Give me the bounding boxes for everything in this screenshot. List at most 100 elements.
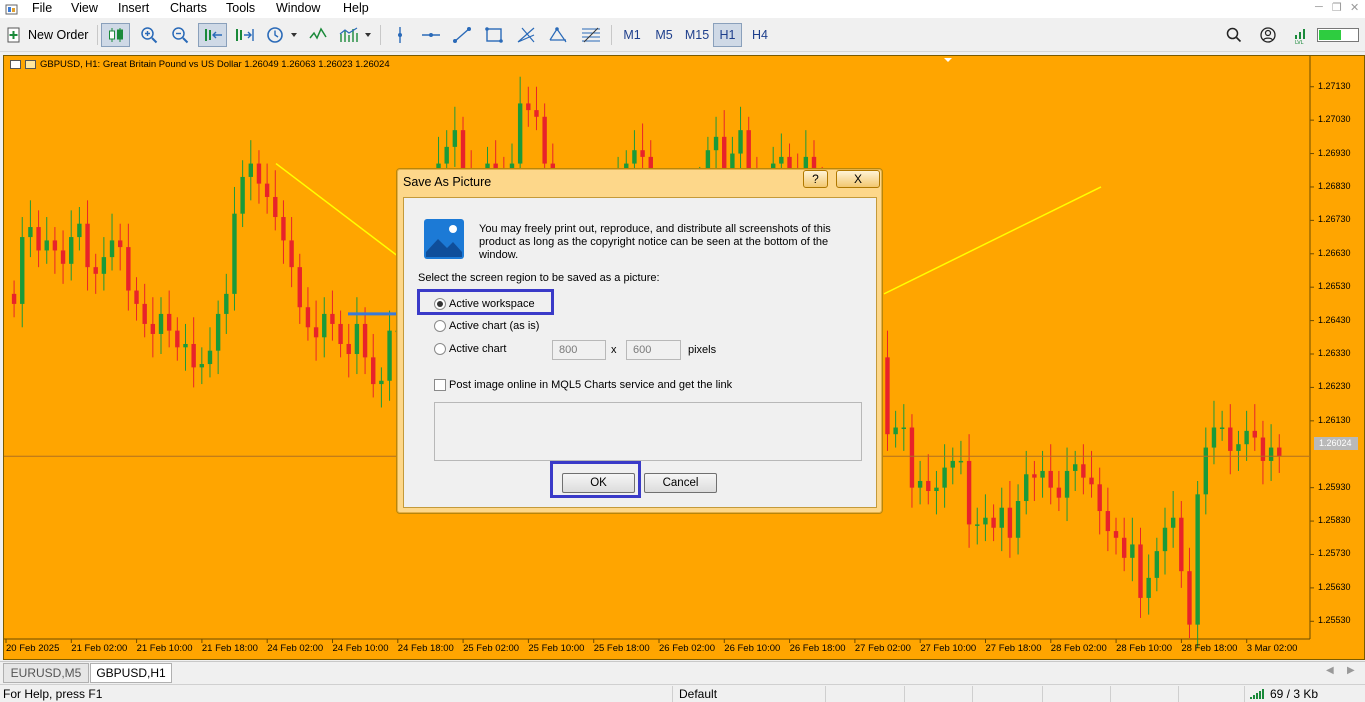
signal-level-button[interactable]: LVL [1290, 23, 1314, 47]
timeframe-h4[interactable]: H4 [746, 23, 774, 47]
search-button[interactable] [1222, 23, 1246, 47]
candle-body [901, 427, 906, 430]
periods-button[interactable] [263, 23, 301, 47]
candle-body [991, 517, 996, 528]
link-output-field[interactable] [434, 402, 862, 461]
candle-body [199, 364, 205, 368]
menu-view[interactable]: View [71, 1, 98, 15]
tab-scroll-right-icon[interactable]: ▶ [1347, 665, 1355, 676]
tab-gbpusd-h1[interactable]: GBPUSD,H1 [90, 663, 172, 683]
candle-body [1048, 470, 1053, 488]
menu-file[interactable]: File [32, 1, 52, 15]
candle-body [281, 217, 286, 241]
menu-charts[interactable]: Charts [170, 1, 207, 15]
candle-body [1032, 474, 1037, 478]
status-bar: For Help, press F1 Default 69 / 3 Kb [0, 684, 1365, 702]
highlight-ok-button [550, 461, 641, 498]
candle-body [150, 323, 156, 334]
post-online-label[interactable]: Post image online in MQL5 Charts service… [449, 379, 732, 392]
candle-body [158, 313, 164, 334]
andrews-pitchfork-button[interactable] [546, 23, 570, 47]
candle-body [1089, 477, 1094, 485]
chart-shift-marker [944, 58, 952, 62]
candlestick-chart-button[interactable] [101, 23, 130, 47]
candle-body [738, 130, 743, 154]
menu-help[interactable]: Help [343, 1, 369, 15]
menu-tools[interactable]: Tools [226, 1, 255, 15]
candle-body [1007, 507, 1013, 538]
menu-window[interactable]: Window [276, 1, 320, 15]
templates-button[interactable] [336, 23, 374, 47]
indicators-button[interactable] [305, 23, 331, 47]
fibonacci-fan-button[interactable] [514, 23, 538, 47]
chart-shift-button[interactable] [231, 23, 257, 47]
candle-body [1130, 544, 1135, 558]
restore-icon[interactable]: ❐ [1332, 1, 1342, 14]
candle-body [1105, 511, 1111, 532]
candle-body [1154, 551, 1160, 578]
candle-body [926, 480, 931, 491]
width-field[interactable]: 800 [552, 340, 606, 360]
candle-body [542, 116, 547, 164]
candle-body [1252, 430, 1257, 438]
help-button[interactable]: ? [803, 170, 828, 188]
candle-body [60, 250, 66, 264]
trendline-button[interactable] [450, 23, 474, 47]
cancel-button[interactable]: Cancel [644, 473, 717, 493]
candle-body [20, 237, 25, 304]
active-chart-radio[interactable] [434, 343, 446, 355]
candle-body [1081, 464, 1086, 478]
menu-bar: File View Insert Charts Tools Window Hel… [0, 0, 1365, 18]
timeframe-h1[interactable]: H1 [713, 23, 742, 47]
auto-scroll-button[interactable] [198, 23, 227, 47]
active-chart-as-is-label[interactable]: Active chart (as is) [449, 320, 539, 333]
active-chart-label[interactable]: Active chart [449, 343, 506, 356]
horizontal-line-button[interactable] [419, 23, 443, 47]
menu-insert[interactable]: Insert [118, 1, 149, 15]
timeframe-m5[interactable]: M5 [650, 23, 678, 47]
candle-body [1203, 447, 1209, 495]
timeframe-m15[interactable]: M15 [681, 23, 713, 47]
dialog-close-button[interactable]: X [836, 170, 880, 188]
new-order-button[interactable]: New Order [6, 23, 96, 47]
candle-body [1162, 527, 1168, 552]
fibonacci-button[interactable] [578, 23, 604, 47]
candle-body [1121, 537, 1127, 558]
candle-body [1113, 531, 1119, 538]
user-icon [1260, 27, 1276, 43]
candle-body [117, 240, 123, 248]
zoom-in-icon [141, 27, 158, 44]
zoom-out-button[interactable] [167, 23, 193, 47]
trendline [883, 186, 1102, 295]
zoom-in-button[interactable] [136, 23, 162, 47]
tab-scroll-left-icon[interactable]: ◀ [1326, 665, 1334, 676]
price-tick-label: 1.25930 [1318, 481, 1351, 492]
close-icon[interactable]: ✕ [1350, 1, 1359, 14]
candle-body [713, 136, 719, 151]
time-tick-label: 27 Feb 10:00 [920, 643, 977, 654]
time-tick-label: 21 Feb 10:00 [136, 643, 193, 654]
price-tick-label: 1.26830 [1318, 180, 1351, 191]
post-online-checkbox[interactable] [434, 379, 446, 391]
candle-body [917, 480, 923, 488]
minimize-icon[interactable]: ─ [1315, 1, 1323, 13]
vertical-line-button[interactable] [388, 23, 412, 47]
height-field[interactable]: 600 [626, 340, 681, 360]
candle-body [224, 293, 229, 314]
candle-body [322, 313, 327, 338]
candle-body [338, 323, 343, 344]
rectangle-button[interactable] [482, 23, 506, 47]
candle-body [109, 240, 115, 258]
tab-eurusd-m5[interactable]: EURUSD,M5 [3, 663, 89, 683]
account-button[interactable] [1256, 23, 1280, 47]
status-traffic: 69 / 3 Kb [1270, 687, 1319, 701]
auto-scroll-icon [204, 29, 222, 41]
time-tick-label: 27 Feb 18:00 [985, 643, 1042, 654]
trendline-icon [453, 27, 471, 43]
pixels-label: pixels [688, 344, 717, 356]
active-chart-as-is-radio[interactable] [434, 320, 446, 332]
time-tick-label: 28 Feb 10:00 [1116, 643, 1173, 654]
traffic-signal-icon [1250, 689, 1264, 699]
timeframe-m1[interactable]: M1 [618, 23, 646, 47]
price-tick-label: 1.27030 [1318, 114, 1351, 125]
